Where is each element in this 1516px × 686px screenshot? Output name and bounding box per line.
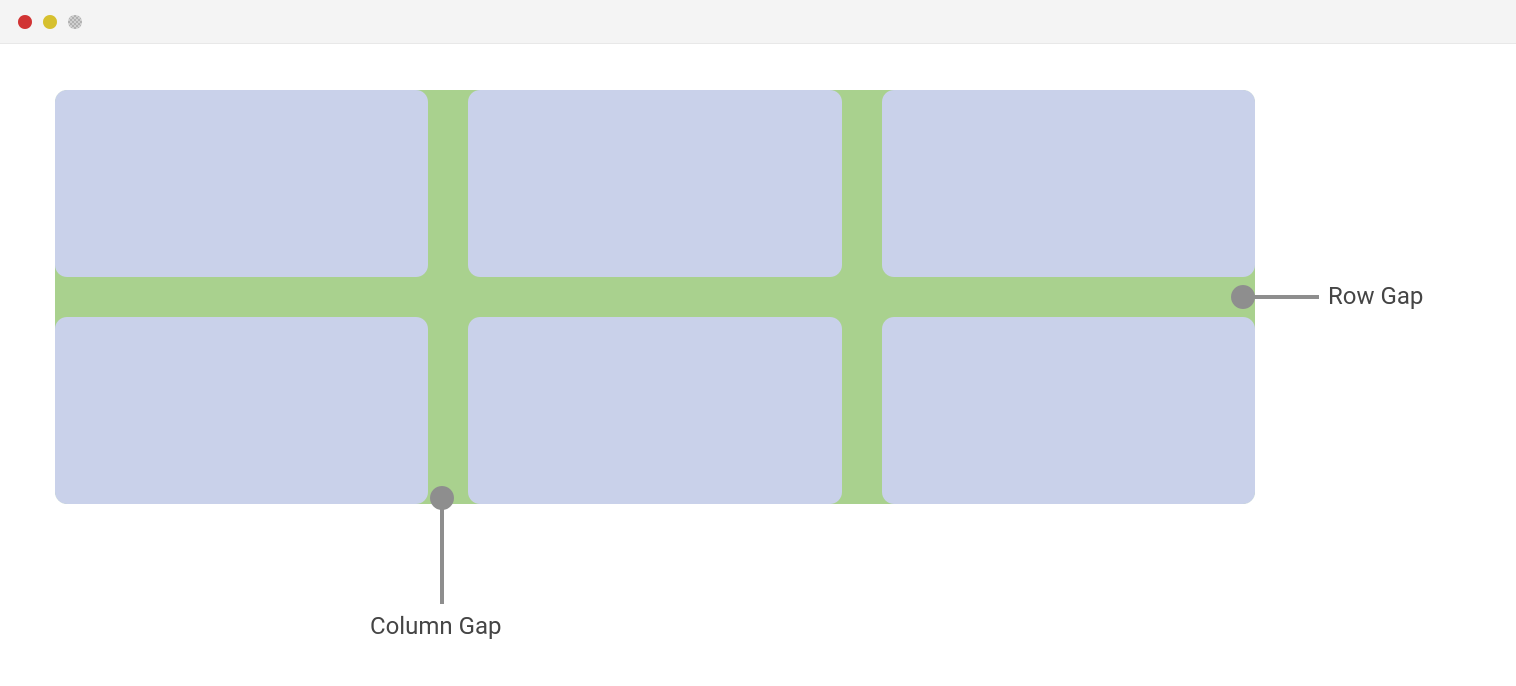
grid-cell — [55, 317, 428, 504]
zoom-icon[interactable] — [68, 15, 82, 29]
grid-container — [55, 90, 1255, 504]
window-titlebar — [0, 0, 1516, 44]
grid-cell — [468, 90, 841, 277]
annotation-label-row-gap: Row Gap — [1328, 282, 1423, 310]
grid-cell — [55, 90, 428, 277]
close-icon[interactable] — [18, 15, 32, 29]
annotation-line-column-gap — [440, 498, 444, 604]
grid-gap-background — [55, 90, 1255, 504]
grid-cell — [882, 317, 1255, 504]
annotation-line-row-gap — [1243, 295, 1319, 299]
diagram-stage: Row Gap Column Gap — [0, 44, 1516, 686]
annotation-label-column-gap: Column Gap — [370, 612, 502, 640]
grid-cell — [882, 90, 1255, 277]
grid-cell — [468, 317, 841, 504]
minimize-icon[interactable] — [43, 15, 57, 29]
